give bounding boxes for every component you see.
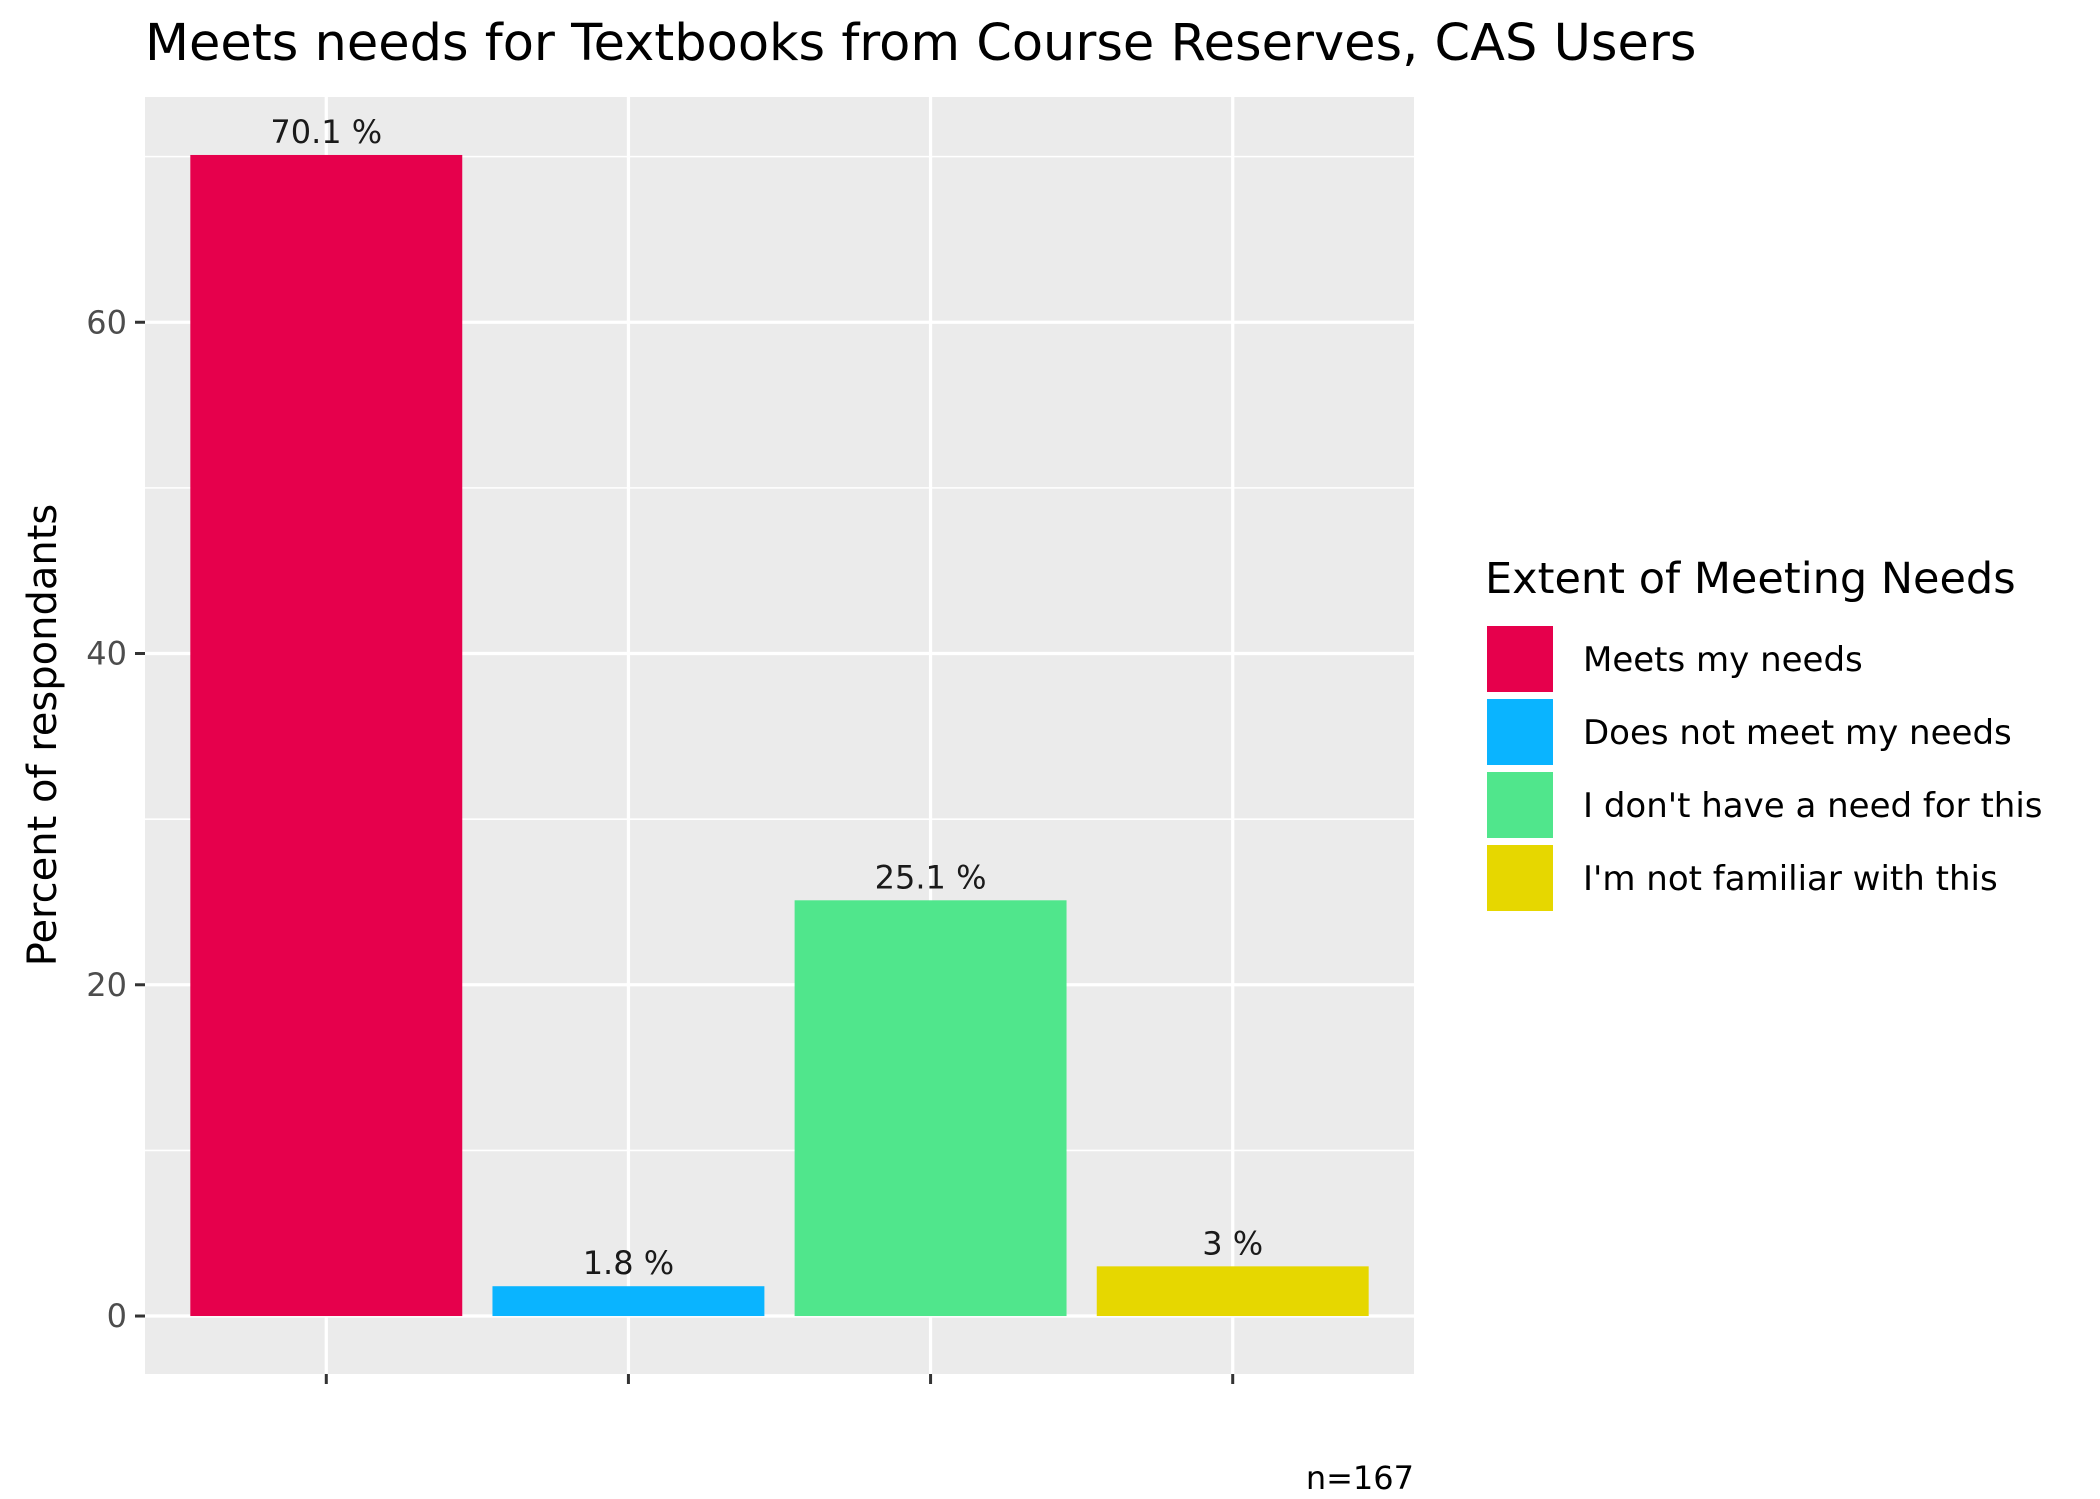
legend: Extent of Meeting Needs Meets my needs Do… bbox=[1485, 554, 2043, 913]
y-axis: 0 20 40 60 bbox=[86, 303, 145, 1335]
legend-label: Meets my needs bbox=[1583, 640, 1863, 680]
bar bbox=[190, 154, 463, 1317]
legend-label: Does not meet my needs bbox=[1583, 713, 2012, 753]
bar-value-label: 25.1 % bbox=[875, 858, 987, 896]
bar bbox=[492, 1286, 765, 1317]
bar-value-label: 3 % bbox=[1202, 1224, 1263, 1262]
bar-chart: Meets needs for Textbooks from Course Re… bbox=[20, 14, 2043, 1497]
chart-title: Meets needs for Textbooks from Course Re… bbox=[145, 14, 1696, 73]
y-tick-label: 20 bbox=[86, 966, 127, 1004]
y-tick-label: 0 bbox=[107, 1297, 127, 1335]
sample-size-caption: n=167 bbox=[1306, 1459, 1414, 1497]
y-tick-label: 40 bbox=[86, 635, 127, 673]
legend-title: Extent of Meeting Needs bbox=[1485, 554, 2016, 604]
bar-value-label: 70.1 % bbox=[270, 113, 382, 151]
legend-key bbox=[1485, 697, 1555, 767]
legend-key bbox=[1485, 624, 1555, 694]
legend-label: I'm not familiar with this bbox=[1583, 859, 1998, 899]
legend-label: I don't have a need for this bbox=[1583, 786, 2043, 826]
legend-key bbox=[1485, 843, 1555, 913]
x-axis bbox=[324, 1374, 1235, 1384]
y-tick-label: 60 bbox=[86, 303, 127, 341]
bar bbox=[1096, 1266, 1369, 1317]
bar bbox=[794, 900, 1067, 1317]
bar-value-label: 1.8 % bbox=[583, 1244, 674, 1282]
y-axis-title: Percent of respondants bbox=[20, 504, 66, 967]
legend-key bbox=[1485, 770, 1555, 840]
